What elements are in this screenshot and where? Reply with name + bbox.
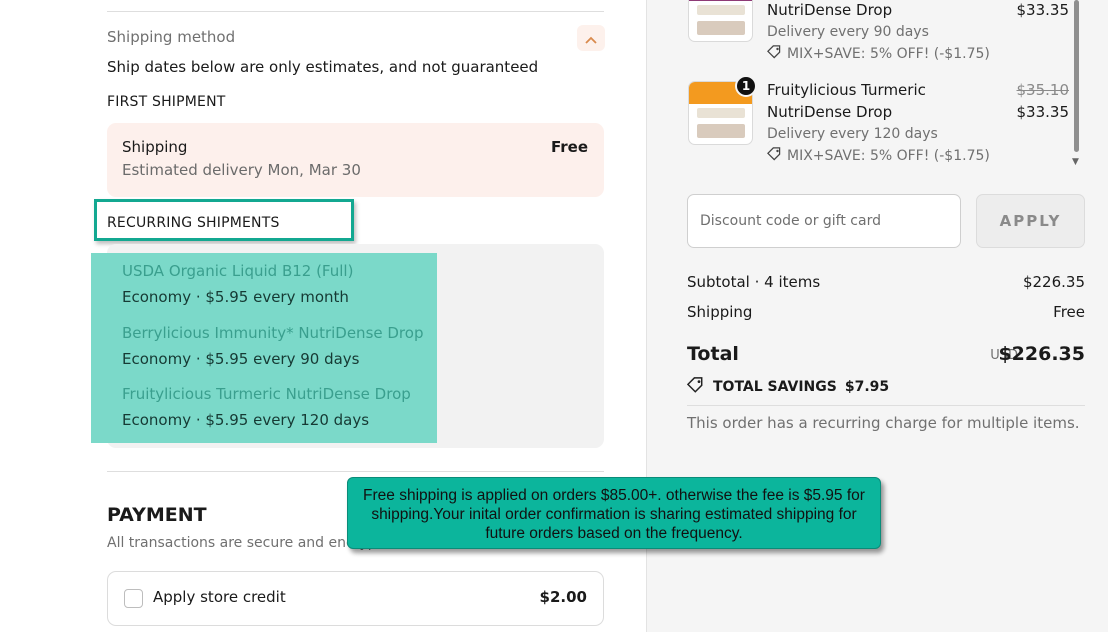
first-shipment-title: Shipping <box>122 138 188 156</box>
cart-item-delivery: Delivery every 120 days <box>767 126 938 142</box>
cart-item-promo-text: MIX+SAVE: 5% OFF! (-$1.75) <box>787 46 990 62</box>
first-shipment-price: Free <box>550 138 588 156</box>
subtotal-label: Subtotal · 4 items <box>687 273 821 291</box>
tag-icon <box>686 377 705 397</box>
recurring-item-name: Fruitylicious Turmeric NutriDense Drop <box>122 385 411 403</box>
shipping-label: Shipping <box>687 303 753 321</box>
cart-item-promo: MIX+SAVE: 5% OFF! (-$1.75) <box>767 147 990 165</box>
store-credit-label: Apply store credit <box>153 588 286 606</box>
product-label-band <box>697 21 745 35</box>
divider <box>107 11 604 12</box>
apply-discount-button[interactable]: APPLY <box>976 194 1085 248</box>
cart-item-original-price: $35.10 <box>1016 81 1070 99</box>
total-value: $226.35 <box>998 343 1085 365</box>
product-label-band <box>697 124 745 138</box>
recurring-item-detail: Economy · $5.95 every 120 days <box>122 411 370 429</box>
chevron-up-icon <box>585 29 597 48</box>
total-savings-label: TOTAL SAVINGS <box>713 379 837 395</box>
first-shipment-estimate: Estimated delivery Mon, Mar 30 <box>122 161 361 179</box>
cart-item-promo: MIX+SAVE: 5% OFF! (-$1.75) <box>767 45 990 63</box>
shipping-estimate-note: Ship dates below are only estimates, and… <box>107 58 539 76</box>
product-label-band <box>697 108 745 118</box>
cart-item-promo-text: MIX+SAVE: 5% OFF! (-$1.75) <box>787 148 990 164</box>
cart-item-price: $33.35 <box>1016 1 1070 19</box>
divider <box>687 405 1085 406</box>
discount-code-input[interactable] <box>687 194 961 248</box>
scroll-down-arrow-icon[interactable]: ▼ <box>1072 157 1079 167</box>
first-shipment-option[interactable]: Shipping Estimated delivery Mon, Mar 30 … <box>107 123 604 197</box>
cart-item-name: NutriDense Drop <box>767 103 893 121</box>
first-shipment-heading: FIRST SHIPMENT <box>107 94 226 110</box>
collapse-shipping-method-button[interactable] <box>577 25 605 51</box>
cart-item-name: NutriDense Drop <box>767 1 893 19</box>
recurring-item-name: USDA Organic Liquid B12 (Full) <box>122 262 354 280</box>
product-label-band <box>689 0 752 1</box>
cart-item-name: Fruitylicious Turmeric <box>767 81 926 99</box>
divider <box>107 471 604 472</box>
total-savings: TOTAL SAVINGS $7.95 <box>686 377 890 397</box>
shipping-method-label: Shipping method <box>107 28 236 46</box>
total-savings-value: $7.95 <box>844 379 890 395</box>
tag-icon <box>767 147 783 165</box>
tag-icon <box>767 45 783 63</box>
quantity-badge: 1 <box>735 75 757 97</box>
annotation-callout: Free shipping is applied on orders $85.0… <box>347 477 881 549</box>
recurring-charge-note: This order has a recurring charge for mu… <box>687 414 1080 432</box>
scrollbar-thumb[interactable] <box>1074 0 1079 152</box>
total-label: Total <box>687 343 739 365</box>
recurring-shipments-heading: RECURRING SHIPMENTS <box>107 215 280 231</box>
recurring-item-detail: Economy · $5.95 every 90 days <box>122 350 360 368</box>
store-credit-amount: $2.00 <box>539 588 587 606</box>
subtotal-value: $226.35 <box>1022 273 1085 291</box>
shipping-value: Free <box>1053 303 1085 321</box>
cart-scrollbar[interactable]: ▼ <box>1072 0 1080 170</box>
store-credit-option[interactable]: Apply store credit $2.00 <box>107 571 604 626</box>
payment-heading: PAYMENT <box>107 504 207 526</box>
recurring-item-detail: Economy · $5.95 every month <box>122 288 349 306</box>
product-thumbnail <box>688 0 753 42</box>
store-credit-checkbox[interactable] <box>124 589 143 608</box>
product-label-band <box>697 5 745 15</box>
cart-item-price: $33.35 <box>1016 103 1070 121</box>
recurring-item-name: Berrylicious Immunity* NutriDense Drop <box>122 324 424 342</box>
recurring-shipments-heading-box: RECURRING SHIPMENTS <box>94 199 354 241</box>
cart-item-delivery: Delivery every 90 days <box>767 24 929 40</box>
